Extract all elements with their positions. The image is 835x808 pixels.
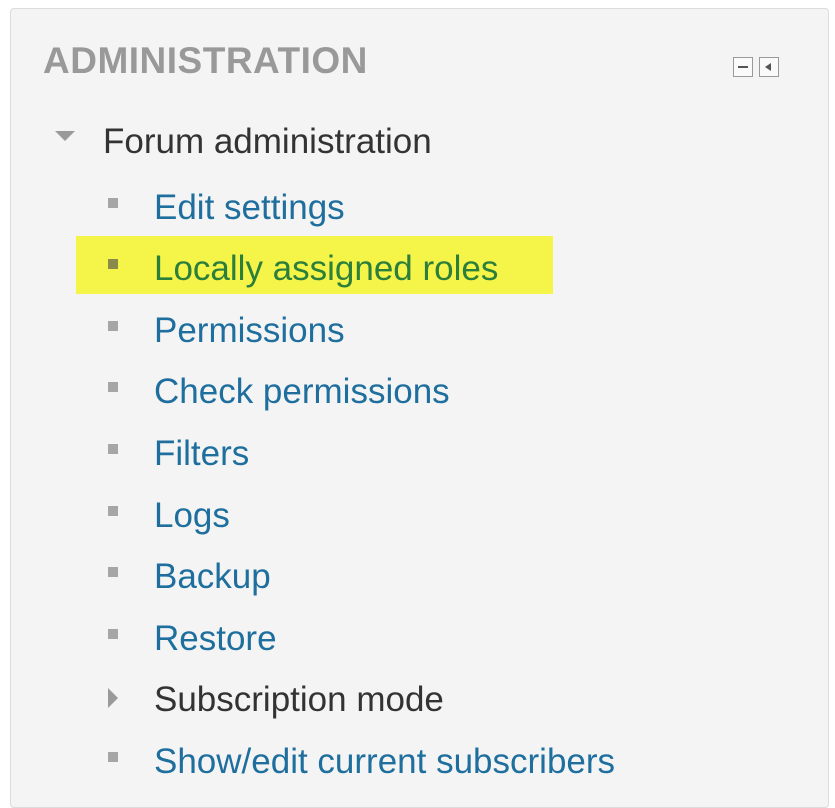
permissions-link[interactable]: Permissions xyxy=(154,311,345,351)
caret-down-icon xyxy=(55,131,75,141)
caret-right-icon xyxy=(108,688,118,708)
bullet-icon xyxy=(108,506,118,516)
bullet-icon xyxy=(108,752,118,762)
block-title: ADMINISTRATION xyxy=(43,40,368,81)
list-item-logs[interactable]: Logs xyxy=(108,494,230,538)
bullet-icon xyxy=(108,567,118,577)
list-item-backup[interactable]: Backup xyxy=(108,555,271,599)
subscription-mode-label: Subscription mode xyxy=(154,680,444,719)
bullet-icon xyxy=(108,629,118,639)
bullet-icon xyxy=(108,382,118,392)
caret-wrap xyxy=(108,688,118,708)
bullet-icon xyxy=(108,259,118,269)
list-item-subscription-mode[interactable]: Subscription mode xyxy=(108,678,444,722)
locally-assigned-roles-link[interactable]: Locally assigned roles xyxy=(154,249,498,289)
forum-administration-node[interactable]: Forum administration xyxy=(55,122,432,162)
check-permissions-link[interactable]: Check permissions xyxy=(154,372,450,412)
minimize-icon[interactable] xyxy=(733,57,753,77)
list-item-check-permissions[interactable]: Check permissions xyxy=(108,370,450,414)
root-label: Forum administration xyxy=(103,122,432,161)
filters-link[interactable]: Filters xyxy=(154,434,249,474)
show-edit-subscribers-link[interactable]: Show/edit current subscribers xyxy=(154,742,615,782)
dock-icon[interactable] xyxy=(759,57,779,77)
edit-settings-link[interactable]: Edit settings xyxy=(154,188,345,228)
restore-link[interactable]: Restore xyxy=(154,619,277,659)
logs-link[interactable]: Logs xyxy=(154,496,230,536)
block-actions xyxy=(733,57,779,77)
bullet-icon xyxy=(108,321,118,331)
list-item-edit-settings[interactable]: Edit settings xyxy=(108,186,345,230)
bullet-icon xyxy=(108,198,118,208)
list-item-show-edit-subscribers[interactable]: Show/edit current subscribers xyxy=(108,740,615,784)
list-item-restore[interactable]: Restore xyxy=(108,617,277,661)
list-item-permissions[interactable]: Permissions xyxy=(108,309,345,353)
list-item-locally-assigned-roles[interactable]: Locally assigned roles xyxy=(108,247,498,291)
bullet-icon xyxy=(108,444,118,454)
backup-link[interactable]: Backup xyxy=(154,557,271,597)
list-item-filters[interactable]: Filters xyxy=(108,432,249,476)
